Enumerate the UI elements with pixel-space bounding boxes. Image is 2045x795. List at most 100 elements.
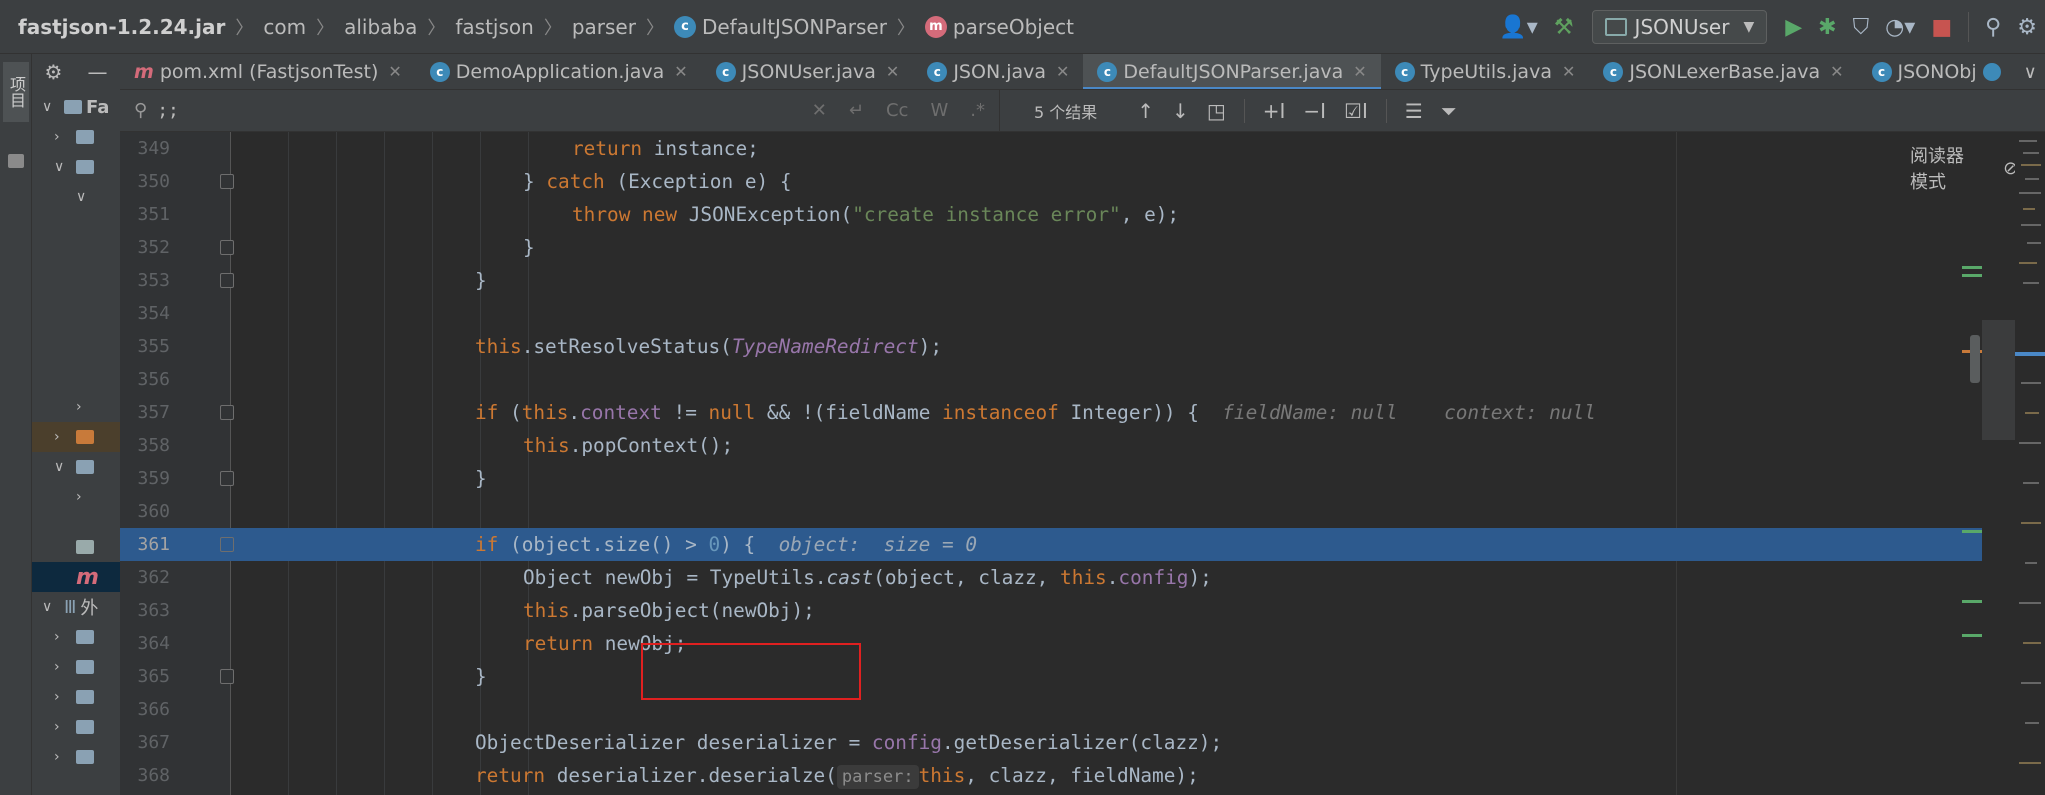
find-field[interactable]: ⚲ ;; ✕ ↵ Cc W .* — [120, 89, 1000, 132]
code-line[interactable]: 349 return instance; — [120, 132, 1982, 165]
current-execution-line[interactable]: 361 if (object.size() > 0) { object: size… — [120, 528, 1982, 561]
change-marker[interactable] — [1962, 266, 1982, 269]
code-line[interactable]: 363 this.parseObject(newObj); — [120, 594, 1982, 627]
tree-row[interactable] — [32, 532, 120, 562]
coverage-shield-icon[interactable]: ⛉ — [1845, 0, 1878, 54]
breadcrumb-class[interactable]: c DefaultJSONParser — [673, 15, 887, 39]
tab-jsonuser[interactable]: c JSONUser.java ✕ — [702, 54, 914, 89]
breadcrumb-parser[interactable]: parser — [572, 15, 636, 39]
close-icon[interactable]: ✕ — [1056, 62, 1069, 81]
code-line[interactable]: 356 — [120, 363, 1982, 396]
tab-demoapplication[interactable]: c DemoApplication.java ✕ — [416, 54, 702, 89]
tab-defaultjsonparser[interactable]: c DefaultJSONParser.java ✕ — [1083, 54, 1381, 89]
tree-row[interactable]: ∨ — [32, 152, 120, 182]
code-line[interactable]: 357 if (this.context != null && !(fieldNa… — [120, 396, 1982, 429]
code-line[interactable]: 354 — [120, 297, 1982, 330]
breadcrumb-method[interactable]: m parseObject — [924, 15, 1074, 39]
user-icon[interactable]: 👤▾ — [1491, 0, 1545, 54]
scrollbar-handle[interactable] — [1970, 335, 1980, 383]
code-line[interactable]: 362 Object newObj = TypeUtils.cast(object… — [120, 561, 1982, 594]
class-icon[interactable] — [1983, 63, 2002, 81]
add-occurrence-icon[interactable]: +Ⅰ — [1263, 99, 1286, 123]
tree-row[interactable]: ∨ — [32, 452, 120, 482]
tree-row[interactable]: › — [32, 422, 120, 452]
code-line[interactable]: 351 throw new JSONException("create insta… — [120, 198, 1982, 231]
tree-row[interactable]: m — [32, 562, 120, 592]
build-hammer-icon[interactable]: ⚒ — [1546, 0, 1582, 54]
tree-row[interactable]: › — [32, 712, 120, 742]
fold-marker-icon[interactable] — [220, 405, 234, 420]
tab-pom-xml[interactable]: m pom.xml (FastjsonTest) ✕ — [120, 54, 416, 89]
tab-typeutils[interactable]: c TypeUtils.java ✕ — [1381, 54, 1590, 89]
close-icon[interactable]: ✕ — [388, 62, 401, 81]
close-icon[interactable]: ✕ — [1830, 62, 1843, 81]
tree-row[interactable]: ∨ Fa — [32, 92, 120, 122]
fold-marker-icon[interactable] — [220, 537, 234, 552]
newline-icon[interactable]: ↵ — [849, 100, 864, 121]
arrow-down-icon[interactable]: ↓ — [1172, 99, 1189, 123]
breadcrumb-fastjson[interactable]: fastjson — [455, 15, 533, 39]
minimap[interactable] — [2015, 132, 2045, 795]
whole-word-toggle[interactable]: W — [930, 100, 948, 121]
fold-marker-icon[interactable] — [220, 240, 234, 255]
code-line[interactable]: 352} — [120, 231, 1982, 264]
code-line[interactable]: 353} — [120, 264, 1982, 297]
tree-row[interactable]: › — [32, 392, 120, 422]
tree-row[interactable]: › — [32, 622, 120, 652]
run-configuration-select[interactable]: JSONUser ▼ — [1591, 10, 1768, 44]
project-tool-tab[interactable]: 项目 — [3, 62, 29, 122]
code-line[interactable]: 358 this.popContext(); — [120, 429, 1982, 462]
stop-icon[interactable]: ■ — [1923, 0, 1960, 54]
tree-row[interactable]: › — [32, 652, 120, 682]
code-line[interactable]: 355 this.setResolveStatus(TypeNameRedirec… — [120, 330, 1982, 363]
tree-row[interactable]: ∨ — [32, 182, 120, 212]
fold-marker-icon[interactable] — [220, 471, 234, 486]
settings-gear-icon[interactable]: ⚙ — [45, 60, 63, 84]
close-icon[interactable]: ✕ — [1562, 62, 1575, 81]
code-line[interactable]: 366 — [120, 693, 1982, 726]
filter-icon[interactable]: ⏷ — [1441, 99, 1457, 123]
folder-icon[interactable] — [8, 154, 24, 168]
code-editor[interactable]: 349 return instance; 350} catch (Exceptio… — [120, 132, 2045, 795]
chevron-down-icon[interactable]: ∨ — [2024, 62, 2037, 83]
code-line[interactable]: 365} — [120, 660, 1982, 693]
tree-row[interactable]: › — [32, 742, 120, 772]
search-everywhere-icon[interactable]: ⚲ — [1977, 0, 2009, 54]
close-icon[interactable]: ✕ — [674, 62, 687, 81]
profiler-icon[interactable]: ◔▾ — [1877, 0, 1923, 54]
filter-options-icon[interactable]: ☰ — [1405, 99, 1423, 123]
change-marker[interactable] — [1962, 274, 1982, 277]
run-icon[interactable]: ▶ — [1777, 0, 1810, 54]
code-line[interactable]: 359} — [120, 462, 1982, 495]
remove-occurrence-icon[interactable]: −Ⅰ — [1303, 99, 1326, 123]
tree-row[interactable]: › — [32, 122, 120, 152]
arrow-up-icon[interactable]: ↑ — [1137, 99, 1154, 123]
breadcrumb-jar[interactable]: fastjson-1.2.24.jar — [18, 15, 225, 39]
settings-gear-icon[interactable]: ⚙ — [2009, 0, 2045, 54]
fold-marker-icon[interactable] — [220, 669, 234, 684]
open-in-window-icon[interactable]: ◳ — [1207, 99, 1226, 123]
debug-bug-icon[interactable]: ✱ — [1810, 0, 1844, 54]
tree-row[interactable]: › — [32, 682, 120, 712]
code-line[interactable]: 360 — [120, 495, 1982, 528]
breadcrumb-alibaba[interactable]: alibaba — [344, 15, 417, 39]
code-line[interactable]: 368 return deserializer.deserialze(parser… — [120, 759, 1982, 792]
select-all-occurrences-icon[interactable]: ☑Ⅰ — [1344, 99, 1368, 123]
minimize-icon[interactable]: — — [87, 60, 107, 84]
close-icon[interactable]: ✕ — [1353, 62, 1366, 81]
breadcrumb-com[interactable]: com — [263, 15, 306, 39]
regex-toggle[interactable]: .* — [970, 100, 985, 121]
fold-marker-icon[interactable] — [220, 174, 234, 189]
close-icon[interactable]: ✕ — [886, 62, 899, 81]
code-line[interactable]: 364 return newObj; — [120, 627, 1982, 660]
tree-row[interactable]: ∨ Ⅲ 外 — [32, 592, 120, 622]
tab-json[interactable]: c JSON.java ✕ — [913, 54, 1083, 89]
code-line[interactable]: 367 ObjectDeserializer deserializer = con… — [120, 726, 1982, 759]
search-input[interactable]: ;; — [157, 100, 179, 121]
tree-row[interactable]: › — [32, 482, 120, 512]
match-case-toggle[interactable]: Cc — [886, 100, 908, 121]
code-line[interactable]: 350} catch (Exception e) { — [120, 165, 1982, 198]
change-marker[interactable] — [1962, 530, 1982, 533]
fold-marker-icon[interactable] — [220, 273, 234, 288]
change-marker[interactable] — [1962, 634, 1982, 637]
